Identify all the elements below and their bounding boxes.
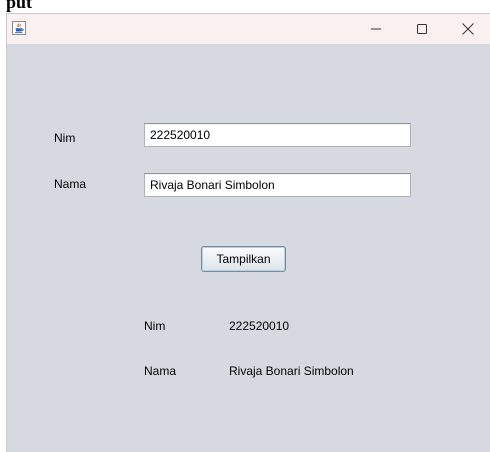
java-cup-glyph — [15, 23, 24, 34]
minimize-icon — [371, 28, 381, 30]
output-nama-label: Nama — [144, 364, 177, 378]
nim-input[interactable] — [144, 123, 411, 147]
page-heading: put — [6, 0, 33, 12]
nama-label: Nama — [54, 177, 87, 191]
tampilkan-button[interactable]: Tampilkan — [201, 246, 286, 272]
close-button[interactable] — [445, 14, 490, 44]
nama-input[interactable] — [144, 173, 411, 197]
minimize-button[interactable] — [353, 14, 399, 44]
maximize-button[interactable] — [399, 14, 445, 44]
output-nim-label: Nim — [144, 319, 166, 333]
close-icon — [462, 23, 474, 35]
output-nama-value: Rivaja Bonari Simbolon — [229, 364, 354, 378]
app-window: Nim Nama Tampilkan Nim 222520010 Nama Ri… — [6, 13, 490, 452]
nim-label: Nim — [54, 131, 76, 145]
title-bar[interactable] — [7, 14, 490, 44]
java-icon[interactable] — [12, 21, 26, 35]
maximize-icon — [417, 24, 427, 34]
output-nim-value: 222520010 — [229, 319, 290, 333]
